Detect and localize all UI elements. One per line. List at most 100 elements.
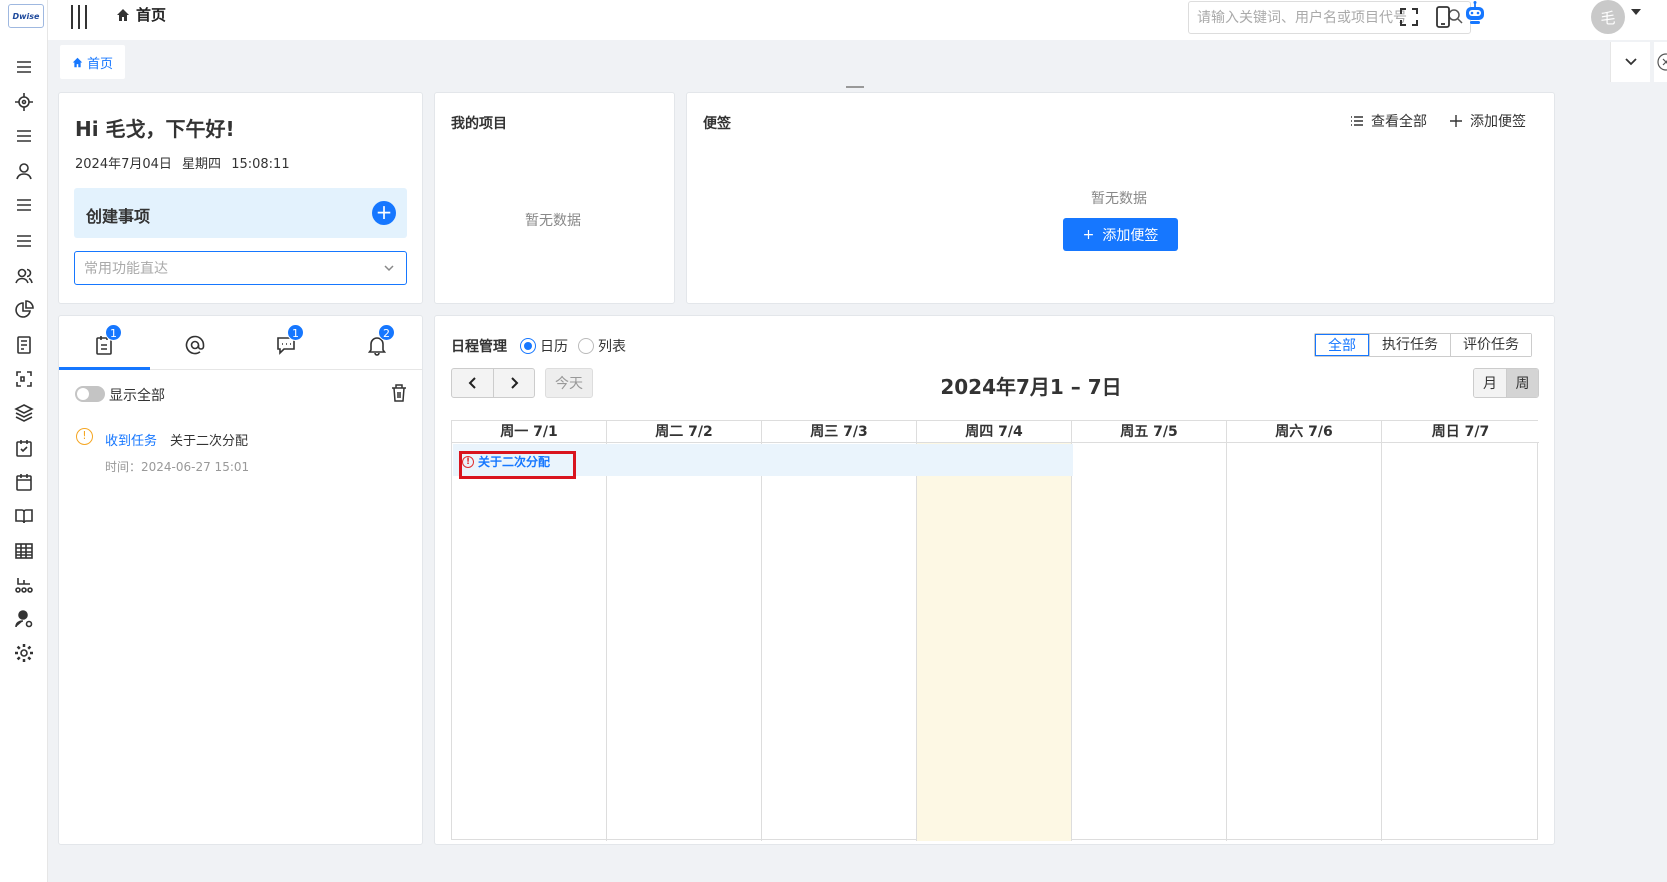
tab-notifications[interactable]: 2: [366, 324, 395, 358]
layers-icon[interactable]: [12, 401, 36, 425]
caret-down-icon[interactable]: [1631, 9, 1641, 15]
scan-icon[interactable]: [12, 367, 36, 391]
gear-icon[interactable]: [12, 641, 36, 665]
warning-icon: !: [76, 428, 93, 445]
radio-selected: [520, 338, 536, 354]
target-icon[interactable]: [12, 90, 36, 114]
users-icon[interactable]: [12, 264, 36, 288]
greeting-title: Hi 毛戈，下午好!: [75, 117, 235, 141]
day-header: 周五 7/5: [1072, 421, 1226, 443]
close-circle-icon: [1657, 53, 1667, 71]
mobile-icon[interactable]: [1430, 4, 1456, 30]
tab-home-label: 首页: [87, 56, 114, 72]
mode-calendar-label: 日历: [540, 339, 568, 355]
view-week-button[interactable]: 周: [1506, 369, 1538, 397]
task-check-icon[interactable]: [12, 436, 36, 460]
schedule-title: 日程管理: [451, 339, 507, 355]
chevron-down-icon: [1624, 58, 1637, 66]
calendar-icon[interactable]: [12, 470, 36, 494]
view-all-notes-button[interactable]: 查看全部: [1350, 111, 1427, 131]
plus-icon: +: [1082, 226, 1095, 243]
at-icon: [185, 335, 205, 355]
schedule-card: 日程管理 日历 列表 全部 执行任务 评价任务 今天 2024年7月1 – 7日…: [434, 315, 1555, 845]
day-column-sun[interactable]: 周日 7/7: [1382, 421, 1539, 841]
add-note-label: 添加便签: [1470, 114, 1526, 130]
left-sidebar: Dwise: [0, 0, 48, 882]
search-input[interactable]: [1188, 1, 1471, 34]
create-item-button[interactable]: 创建事项 +: [74, 188, 407, 238]
fullscreen-icon[interactable]: [1396, 4, 1422, 30]
tab-home[interactable]: 首页: [60, 45, 126, 79]
notes-empty: 暂无数据: [1091, 191, 1147, 207]
list-icon: [1351, 116, 1363, 126]
plus-icon: [1450, 115, 1462, 127]
book-icon[interactable]: [12, 504, 36, 528]
event-highlight-box: [459, 451, 576, 479]
collapse-menu-icon[interactable]: [68, 5, 90, 29]
day-column-wed[interactable]: 周三 7/3: [762, 421, 917, 841]
message-type-link[interactable]: 收到任务: [105, 430, 157, 449]
filter-all[interactable]: 全部: [1315, 334, 1369, 356]
add-note-button-label: 添加便签: [1102, 227, 1159, 244]
mode-list-radio[interactable]: 列表: [578, 336, 626, 356]
filter-review-task[interactable]: 评价任务: [1450, 334, 1531, 356]
user-icon[interactable]: [12, 159, 36, 183]
projects-empty: 暂无数据: [525, 213, 581, 229]
quick-access-placeholder: 常用功能直达: [84, 261, 168, 277]
robot-assistant-icon[interactable]: [1462, 0, 1488, 26]
day-column-fri[interactable]: 周五 7/5: [1072, 421, 1227, 841]
chevron-down-icon: [384, 265, 394, 272]
workflow-icon[interactable]: [12, 573, 36, 597]
day-header: 周一 7/1: [452, 421, 606, 443]
day-column-sat[interactable]: 周六 7/6: [1227, 421, 1382, 841]
current-datetime: 2024年7月04日 星期四 15:08:11: [75, 153, 290, 172]
tab-mentions[interactable]: [184, 334, 208, 358]
quick-access-select[interactable]: 常用功能直达: [74, 251, 407, 285]
view-switch: 月 周: [1473, 368, 1539, 398]
view-month-button[interactable]: 月: [1474, 369, 1506, 397]
create-item-label: 创建事项: [86, 207, 151, 226]
add-note-link[interactable]: 添加便签: [1449, 111, 1526, 131]
tab-comments[interactable]: 1: [275, 324, 304, 358]
add-note-button[interactable]: + 添加便签: [1063, 218, 1178, 251]
list-icon[interactable]: [12, 124, 36, 148]
day-column-mon[interactable]: 周一 7/1: [452, 421, 607, 841]
list-icon-3[interactable]: [12, 229, 36, 253]
projects-title: 我的项目: [451, 116, 507, 132]
messages-card: 1 1 2 显示全部 ! 收到任务 关于二次分配 时间：2024-06-27 1…: [58, 315, 423, 845]
menu-icon[interactable]: [12, 55, 36, 79]
tab-dropdown-button[interactable]: [1610, 42, 1650, 82]
day-header: 周二 7/2: [607, 421, 761, 443]
tasks-badge: 1: [105, 324, 122, 341]
message-time: 时间：2024-06-27 15:01: [105, 460, 250, 474]
avatar[interactable]: 毛: [1591, 0, 1625, 34]
list-icon-2[interactable]: [12, 193, 36, 217]
view-all-label: 查看全部: [1371, 114, 1427, 130]
week-calendar: 周一 7/1 周二 7/2 周三 7/3 周四 7/4 周五 7/5 周六 7/…: [451, 420, 1539, 841]
show-all-toggle[interactable]: [75, 386, 105, 402]
message-tabs: 1 1 2: [59, 316, 422, 370]
active-tab-indicator: [59, 367, 150, 370]
mode-calendar-radio[interactable]: 日历: [520, 336, 568, 356]
notes-card: 便签 查看全部 添加便签 暂无数据 + 添加便签: [686, 92, 1555, 304]
show-all-label: 显示全部: [109, 388, 165, 404]
user-settings-icon[interactable]: [12, 607, 36, 631]
close-tabs-button[interactable]: [1654, 42, 1667, 82]
day-column-thu-today[interactable]: 周四 7/4: [917, 421, 1072, 841]
day-header: 周六 7/6: [1227, 421, 1381, 443]
filter-execute-task[interactable]: 执行任务: [1369, 334, 1450, 356]
pie-chart-icon[interactable]: [12, 298, 36, 322]
notifications-badge: 2: [378, 324, 395, 341]
tab-tasks[interactable]: 1: [93, 324, 122, 358]
table-icon[interactable]: [12, 539, 36, 563]
radio-unselected: [578, 338, 594, 354]
app-logo: Dwise: [8, 4, 44, 28]
trash-icon[interactable]: [390, 383, 408, 403]
current-date: 2024年7月04日: [75, 157, 172, 172]
breadcrumb-home: 首页: [136, 6, 167, 24]
day-column-tue[interactable]: 周二 7/2: [607, 421, 762, 841]
welcome-card: Hi 毛戈，下午好! 2024年7月04日 星期四 15:08:11 创建事项 …: [58, 92, 423, 304]
tab-bar: 首页: [48, 42, 1667, 82]
document-icon[interactable]: [12, 333, 36, 357]
breadcrumb: 首页: [116, 4, 166, 25]
